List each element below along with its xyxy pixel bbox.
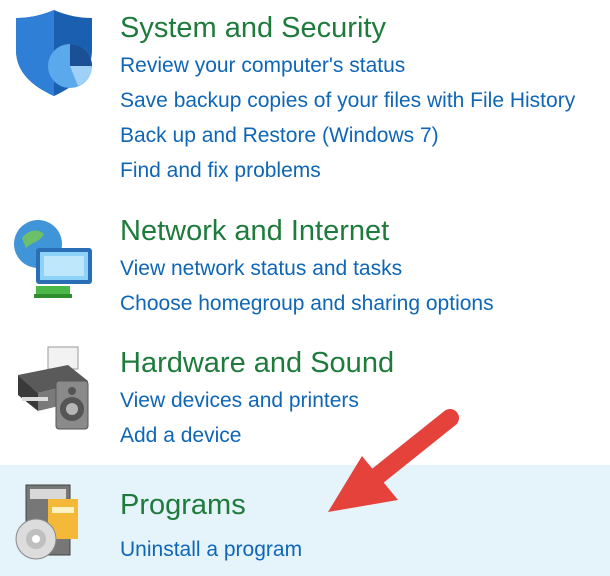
category-programs: Programs Uninstall a program — [0, 465, 610, 576]
category-title-hardware-and-sound[interactable]: Hardware and Sound — [120, 345, 394, 381]
printer-speaker-icon[interactable] — [8, 341, 100, 433]
link-find-and-fix-problems[interactable]: Find and fix problems — [120, 157, 321, 185]
link-uninstall-a-program[interactable]: Uninstall a program — [120, 536, 302, 564]
category-system-and-security: System and Security Review your computer… — [0, 0, 610, 200]
link-add-a-device[interactable]: Add a device — [120, 422, 241, 450]
category-hardware-and-sound: Hardware and Sound View devices and prin… — [0, 335, 610, 465]
category-title-network-and-internet[interactable]: Network and Internet — [120, 213, 389, 249]
shield-icon[interactable] — [8, 6, 100, 98]
link-save-backup-file-history[interactable]: Save backup copies of your files with Fi… — [120, 87, 575, 115]
network-globe-icon[interactable] — [8, 212, 100, 304]
programs-disc-icon[interactable] — [8, 477, 100, 569]
category-title-system-and-security[interactable]: System and Security — [120, 10, 386, 46]
category-title-programs[interactable]: Programs — [120, 487, 246, 523]
red-arrow-icon — [310, 400, 470, 530]
link-homegroup-sharing[interactable]: Choose homegroup and sharing options — [120, 290, 494, 318]
link-view-network-status[interactable]: View network status and tasks — [120, 255, 402, 283]
category-network-and-internet: Network and Internet View network status… — [0, 200, 610, 335]
link-backup-and-restore[interactable]: Back up and Restore (Windows 7) — [120, 122, 439, 150]
link-review-computer-status[interactable]: Review your computer's status — [120, 52, 405, 80]
